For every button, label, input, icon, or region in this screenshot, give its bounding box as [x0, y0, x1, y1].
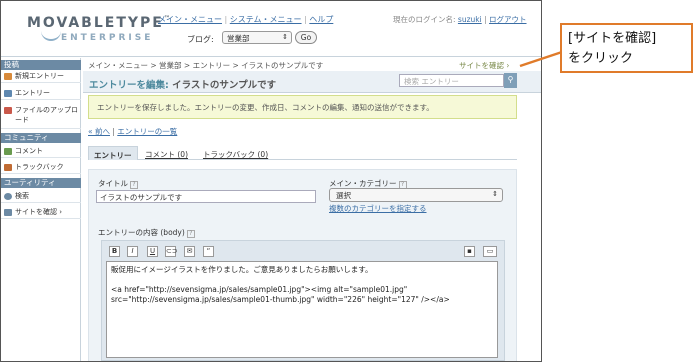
sidebar-item-upload[interactable]: ファイルのアップロード [1, 105, 81, 129]
preview-icon: ▭ [486, 247, 494, 255]
top-nav: メイン・メニュー | システム・メニュー | ヘルプ [158, 15, 334, 24]
help-icon[interactable]: ? [130, 181, 138, 189]
sidebar-item-new-entry[interactable]: 新規エントリー [1, 71, 81, 83]
new-entry-icon [4, 73, 12, 80]
logout-link[interactable]: ログアウト [489, 15, 527, 24]
sidebar-section-community: コミュニティ [1, 133, 81, 143]
sidebar: 投稿 新規エントリー エントリー ファイルのアップロード コミュニティ コメント… [1, 58, 81, 361]
sidebar-item-search[interactable]: 検索 [1, 191, 81, 203]
mail-icon: ✉ [186, 247, 193, 255]
select-arrows-icon: ⇕ [282, 33, 288, 41]
tab-bar: エントリー コメント (0) トラックバック (0) [88, 146, 517, 160]
callout-line-1: [サイトを確認] [568, 31, 657, 46]
tab-entry[interactable]: エントリー [88, 146, 138, 160]
sidebar-item-view-site[interactable]: サイトを確認 › [1, 207, 81, 219]
prev-link[interactable]: « 前へ [88, 127, 110, 136]
movabletype-logo: MOVABLETYPE™ [27, 15, 172, 31]
underline-button[interactable]: U [147, 246, 158, 257]
email-link-button[interactable]: ✉ [184, 246, 195, 257]
sidebar-item-entries[interactable]: エントリー [1, 88, 81, 100]
nav-main-menu[interactable]: メイン・メニュー [158, 15, 222, 24]
callout-arrow [519, 50, 563, 68]
entry-nav-links: « 前へ | エントリーの一覧 [88, 127, 178, 136]
go-button[interactable]: Go [295, 31, 317, 44]
body-label: エントリーの内容 (body)? [98, 227, 195, 238]
site-icon [4, 209, 12, 216]
help-icon[interactable]: ? [186, 230, 195, 238]
sidebar-item-trackbacks[interactable]: トラックバック [1, 162, 81, 174]
nav-system-menu[interactable]: システム・メニュー [230, 15, 302, 24]
sidebar-section-post: 投稿 [1, 60, 81, 70]
login-status: 現在のログイン名: suzuki | ログアウト [393, 15, 527, 24]
app-header: MOVABLETYPE™ ENTERPRISE メイン・メニュー | システム・… [1, 1, 541, 57]
tab-comments[interactable]: コメント (0) [140, 146, 193, 160]
callout-box: [サイトを確認] をクリック [560, 23, 693, 73]
view-site-link[interactable]: サイトを確認 › [459, 60, 509, 71]
tab-trackbacks[interactable]: トラックバック (0) [198, 146, 273, 160]
link-icon: ⊂⊃ [166, 247, 178, 255]
upload-icon [4, 107, 12, 114]
editor-mode-button[interactable]: ▪ [464, 246, 475, 257]
category-select[interactable]: 選択 ⇕ [329, 188, 503, 202]
magnifier-icon: ⚲ [507, 75, 514, 84]
callout-line-2: をクリック [568, 51, 634, 66]
title-input[interactable]: イラストのサンプルです [96, 190, 316, 203]
logo-edition: ENTERPRISE [61, 33, 154, 43]
nav-help[interactable]: ヘルプ [309, 15, 333, 24]
search-input[interactable]: 検索 エントリー [399, 74, 504, 87]
entries-icon [4, 90, 12, 97]
blog-label: ブログ: [187, 35, 214, 44]
comment-icon [4, 148, 12, 155]
link-button[interactable]: ⊂⊃ [165, 246, 178, 257]
callout-arrow-line [519, 50, 563, 68]
title-label: タイトル? [98, 178, 138, 189]
logo-swoosh-icon [41, 31, 61, 41]
sidebar-item-comments[interactable]: コメント [1, 146, 81, 158]
entry-list-link[interactable]: エントリーの一覧 [117, 127, 177, 136]
italic-button[interactable]: I [127, 246, 138, 257]
multi-category-link[interactable]: 複数のカテゴリーを指定する [329, 203, 427, 214]
blog-select[interactable]: 営業部 ⇕ [222, 31, 292, 44]
bold-button[interactable]: B [109, 246, 120, 257]
search-icon [4, 193, 12, 200]
resize-icon: ▪ [467, 247, 472, 255]
breadcrumb: メイン・メニュー > 営業部 > エントリー > イラストのサンプルです [88, 61, 324, 70]
page-title: エントリーを編集: イラストのサンプルです [89, 80, 277, 91]
body-textarea[interactable]: 販促用にイメージイラストを作りました。ご意見ありましたらお願いします。 <a h… [106, 261, 498, 358]
preview-button[interactable]: ▭ [483, 246, 497, 257]
quote-button[interactable]: “ [203, 246, 214, 257]
quote-icon: “ [206, 247, 211, 255]
search-button[interactable]: ⚲ [504, 73, 517, 88]
login-user-link[interactable]: suzuki [458, 15, 482, 24]
select-arrows-icon: ⇕ [492, 190, 498, 198]
status-message: エントリーを保存しました。エントリーの変更、作成日、コメントの編集、通知の送信が… [88, 95, 517, 119]
sidebar-section-utility: ユーティリティ [1, 178, 81, 188]
trackback-icon [4, 164, 12, 171]
app-screenshot: MOVABLETYPE™ ENTERPRISE メイン・メニュー | システム・… [0, 0, 542, 362]
